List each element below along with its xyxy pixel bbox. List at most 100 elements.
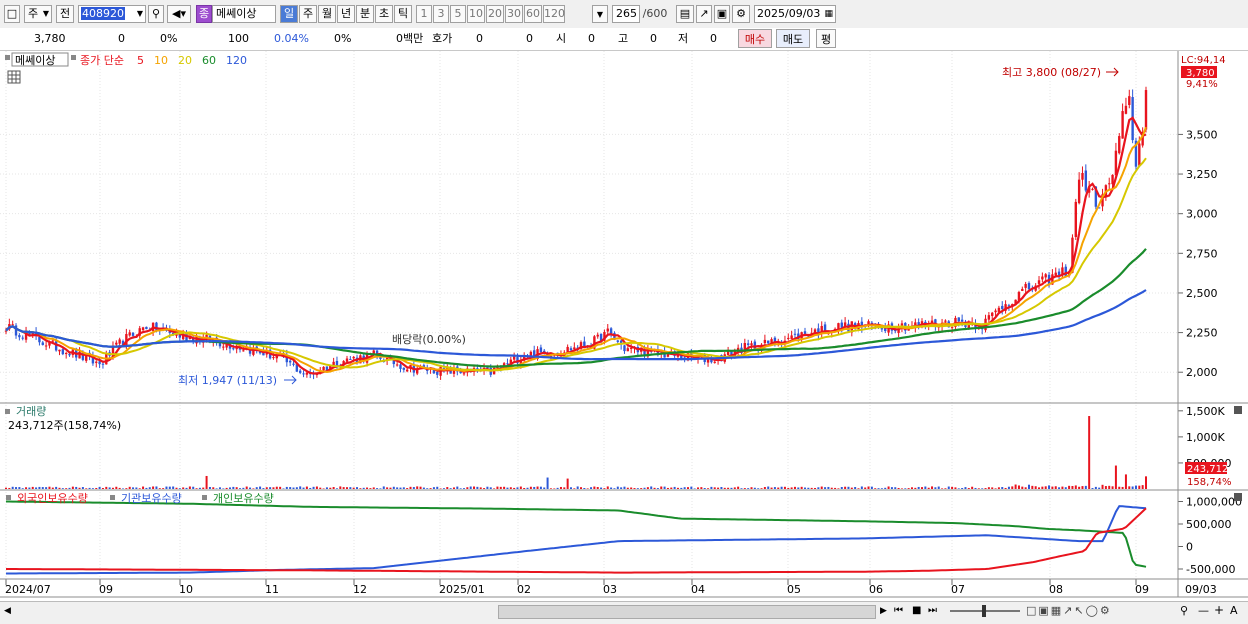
period-tab-0[interactable]: 일 [280,5,298,23]
window-menu-icon[interactable]: □ [4,5,20,23]
volume-bar [295,487,298,489]
period-tab-5[interactable]: 초 [375,5,393,23]
zoom-out-icon[interactable]: — [1198,604,1209,617]
count-input[interactable]: 265 [612,5,640,23]
candle-type-icon[interactable]: ▤ [676,5,694,23]
volume-bar [556,487,559,489]
date-input[interactable]: 2025/09/03 ▦ [754,5,836,23]
volume-bar [436,486,439,489]
volume-bar [419,486,422,489]
period-tab-6[interactable]: 틱 [394,5,412,23]
volume-bar [205,475,208,489]
holdings-tick: 1,000,000 [1186,496,1242,509]
interval-button-5[interactable]: 30 [505,5,523,23]
interval-button-4[interactable]: 20 [486,5,504,23]
volume-bar [299,486,302,489]
last-page-icon[interactable]: ⏭ [928,605,937,616]
period-tab-2[interactable]: 월 [318,5,336,23]
candle-body [596,334,599,337]
zoom-in-icon[interactable]: + [1214,603,1224,617]
volume-bar [723,487,726,489]
volume-bar [285,486,288,489]
period-tab-4[interactable]: 분 [356,5,374,23]
interval-button-6[interactable]: 60 [524,5,542,23]
buy-button[interactable]: 매수 [738,29,772,48]
volume-bar [536,486,539,489]
candle-body [753,341,757,350]
volume-bar [1104,486,1107,489]
volume-bar [503,486,506,489]
volume-bar [128,486,131,489]
draw-tool-icon[interactable]: ↗ [696,5,712,23]
volume-bar [1111,486,1114,489]
volume-bar [108,487,111,489]
scroll-right-icon[interactable]: ▶ [880,606,887,616]
candle-body [1077,179,1081,204]
volume-bar [132,487,135,489]
first-page-icon[interactable]: ⏮ [894,605,903,616]
font-size-icon[interactable]: A [1230,604,1238,617]
scrollbar-thumb[interactable] [498,605,876,619]
volume-bar [75,486,78,489]
volume-bar [198,487,201,489]
volume-bar [208,486,211,489]
save-icon[interactable]: ▣ [714,5,730,23]
search-icon[interactable]: ⚲ [148,5,164,23]
volume-bar [175,487,178,489]
volume-bar [275,486,278,489]
volume-bar [864,487,867,489]
candle-body [991,312,994,316]
volume-bar [422,487,425,489]
magnifier-icon[interactable]: ⚲ [1180,604,1188,617]
avg-button[interactable]: 평 [816,29,836,48]
prev-button[interactable]: 전 [56,5,74,23]
x-axis-label: 2025/01 [439,583,485,596]
volume-bar [603,488,606,489]
holdings-legend: 외국인보유수량 기관보유수량 개인보유수량 [6,492,274,505]
tool-icons[interactable]: □▣▦↗↖◯⚙ [1026,604,1112,617]
candle-body [994,310,997,313]
grid-table-icon[interactable] [7,70,21,84]
period-tab-3[interactable]: 년 [337,5,355,23]
sell-button[interactable]: 매도 [776,29,810,48]
candle-body [750,343,753,345]
volume-bar [1114,465,1117,489]
gear-icon[interactable]: ⚙ [732,5,750,23]
volume-bar [185,487,188,489]
volume-bar [526,487,529,489]
volume-bar [700,487,703,489]
zoom-slider-handle[interactable] [982,605,986,617]
volume-bar [479,487,482,489]
interval-button-7[interactable]: 120 [543,5,565,23]
interval-button-0[interactable]: 1 [416,5,432,23]
interval-button-3[interactable]: 10 [467,5,485,23]
panel-close-icon[interactable] [1234,493,1242,501]
code-input[interactable]: 408920 ▼ [78,5,146,23]
volume-bar [559,486,562,489]
scroll-left-icon[interactable]: ◀ [4,606,11,616]
volume-bar [640,488,643,489]
volume-bar [543,487,546,489]
speaker-icon[interactable]: ◀▾ [167,5,191,23]
volume-bar [1078,486,1081,489]
volume-bar [509,487,512,489]
candle-body [790,335,793,339]
interval-button-1[interactable]: 3 [433,5,449,23]
panel-close-icon[interactable] [1234,406,1242,414]
candle-body [11,324,14,326]
candle-body [767,340,770,344]
volume-bar [45,487,48,489]
candle-body [1064,266,1067,277]
chevron-down-icon[interactable]: ▼ [592,5,608,23]
interval-button-2[interactable]: 5 [450,5,466,23]
volume-bar [787,487,790,489]
volume-bar [252,488,255,489]
volume-bar [1041,486,1044,489]
chart-svg[interactable]: 3,500 3,250 3,000 2,750 2,500 2,250 2,000 1,500… [0,51,1248,621]
market-select[interactable]: 주 ▼ [24,5,52,23]
stock-name-field[interactable]: 메쎄이상 [212,5,276,23]
period-tab-1[interactable]: 주 [299,5,317,23]
volume-bar [840,487,843,489]
stop-icon[interactable]: ■ [912,605,921,616]
volume-bar [105,486,108,489]
